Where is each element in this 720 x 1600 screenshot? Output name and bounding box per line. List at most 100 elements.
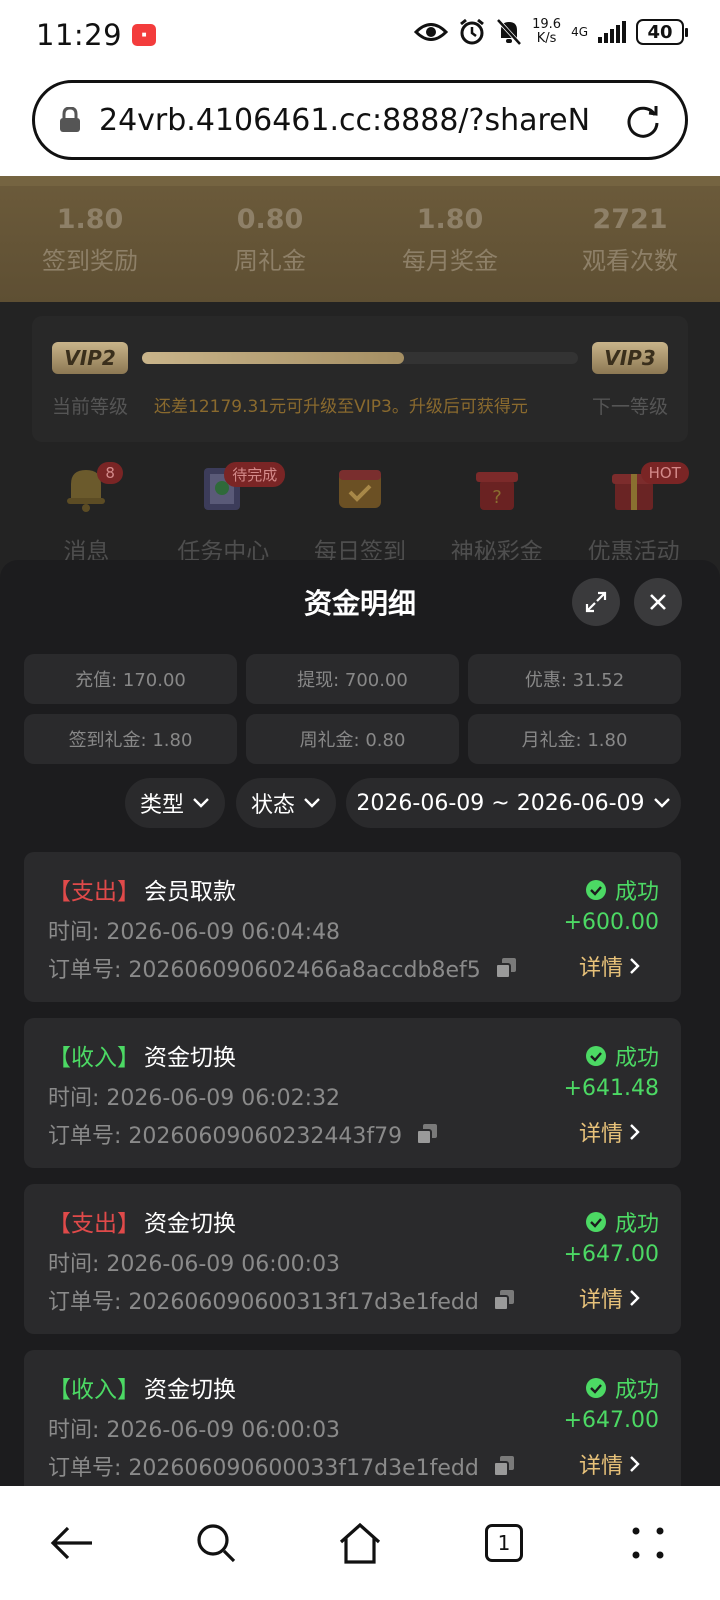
home-icon [339, 1522, 381, 1564]
summary-monthly-bonus: 月礼金: 1.80 [468, 714, 681, 764]
vip-current-badge: VIP2 [52, 342, 128, 374]
vip-progress-bar [142, 352, 578, 364]
transaction-status: 成功 [585, 1040, 659, 1072]
messages-badge: 8 [97, 462, 123, 484]
chevron-right-icon [630, 1456, 640, 1472]
transaction-order: 订单号: 202606090602466a8accdb8ef5 [48, 952, 517, 984]
stat-weekly-bonus: 0.80 周礼金 [234, 204, 306, 275]
transaction-row: 【收入】 资金切换 时间: 2026-06-09 06:02:32 订单号: 2… [24, 1018, 681, 1168]
chevron-down-icon [653, 798, 670, 808]
quick-task-center[interactable]: 待完成 任务中心 [155, 454, 292, 574]
summary-signin-bonus: 签到礼金: 1.80 [24, 714, 237, 764]
transaction-title: 资金切换 [144, 1377, 236, 1403]
reward-stats: 1.80 签到奖励 0.80 周礼金 1.80 每月奖金 2721 观看次数 [0, 176, 720, 302]
transaction-time: 时间: 2026-06-09 06:04:48 [48, 920, 341, 945]
close-button[interactable] [634, 578, 682, 626]
transaction-time: 时间: 2026-06-09 06:00:03 [48, 1252, 341, 1277]
alarm-icon [460, 18, 485, 45]
task-center-badge: 待完成 [224, 462, 286, 487]
chevron-right-icon [630, 958, 640, 974]
transaction-amount: +647.00 [563, 1408, 659, 1433]
quick-actions: 8 消息 待完成 任务中心 每日签到 ? 神秘彩金 HOT 优惠活动 [18, 454, 702, 574]
quick-mystery-bonus[interactable]: ? 神秘彩金 [428, 454, 565, 574]
battery-icon: 40 [636, 19, 688, 45]
copy-icon[interactable] [416, 1123, 438, 1145]
check-circle-icon [585, 1378, 606, 1398]
transaction-time: 时间: 2026-06-09 06:02:32 [48, 1086, 341, 1111]
transaction-row: 【收入】 资金切换 时间: 2026-06-09 06:00:03 订单号: 2… [24, 1350, 681, 1486]
summary-discount: 优惠: 31.52 [468, 654, 681, 704]
detail-link[interactable]: 详情 [579, 1448, 641, 1480]
status-bar: 11:29 ■ 19.6 K/s 4G 40 [0, 0, 720, 70]
search-icon [197, 1524, 236, 1563]
browser-bottom-nav: 1 [0, 1486, 720, 1600]
date-range-filter[interactable]: 2026-06-09 ~ 2026-06-09 [346, 778, 681, 828]
copy-icon[interactable] [492, 1455, 515, 1477]
url-text: 24vrb.4106461.cc:8888/?shareNar [99, 102, 589, 138]
detail-link[interactable]: 详情 [579, 950, 641, 982]
type-filter[interactable]: 类型 [125, 778, 225, 828]
home-button[interactable] [288, 1486, 432, 1600]
network-type: 4G [571, 25, 588, 39]
stat-monthly-bonus: 1.80 每月奖金 [402, 204, 498, 275]
transaction-status: 成功 [585, 874, 659, 906]
transaction-amount: +641.48 [563, 1076, 659, 1101]
transaction-order: 订单号: 202606090600313f17d3e1fedd [48, 1284, 515, 1316]
mute-bell-icon [496, 18, 522, 46]
status-filter[interactable]: 状态 [236, 778, 336, 828]
transaction-row: 【支出】 会员取款 时间: 2026-06-09 06:04:48 订单号: 2… [24, 852, 681, 1002]
transaction-time: 时间: 2026-06-09 06:00:03 [48, 1418, 341, 1443]
signal-icon [598, 21, 626, 43]
detail-link[interactable]: 详情 [579, 1116, 641, 1148]
expand-icon [585, 591, 607, 613]
vip-progress-fill [142, 352, 404, 364]
menu-button[interactable] [576, 1486, 720, 1600]
shopping-app-icon: ■ [132, 24, 157, 46]
transaction-amount: +647.00 [563, 1242, 659, 1267]
summary-grid: 充值: 170.00 提现: 700.00 优惠: 31.52 签到礼金: 1.… [24, 654, 681, 764]
transaction-type: 【支出】 [48, 1211, 140, 1237]
search-button[interactable] [144, 1486, 288, 1600]
net-speed: 19.6 K/s [532, 17, 562, 46]
tabs-button[interactable]: 1 [432, 1486, 576, 1600]
close-icon [650, 594, 666, 610]
filter-row: 类型 状态 2026-06-09 ~ 2026-06-09 [0, 778, 720, 828]
svg-text:?: ? [492, 487, 502, 508]
back-button[interactable] [0, 1486, 144, 1600]
transaction-order: 订单号: 20260609060232443f79 [48, 1118, 438, 1150]
reload-icon[interactable] [623, 101, 663, 141]
url-bar[interactable]: 24vrb.4106461.cc:8888/?shareNar [32, 80, 688, 160]
back-arrow-icon [50, 1526, 92, 1560]
mystery-box-icon: ? [475, 472, 518, 510]
transaction-row: 【支出】 资金切换 时间: 2026-06-09 06:00:03 订单号: 2… [24, 1184, 681, 1334]
transaction-status: 成功 [585, 1372, 659, 1404]
vip-current-label: 当前等级 [52, 396, 129, 418]
check-circle-icon [585, 1212, 606, 1232]
summary-deposit: 充值: 170.00 [24, 654, 237, 704]
quick-daily-signin[interactable]: 每日签到 [292, 454, 429, 574]
transaction-type: 【收入】 [48, 1045, 140, 1071]
quick-messages[interactable]: 8 消息 [18, 454, 155, 574]
status-icons: 19.6 K/s 4G 40 [414, 17, 688, 46]
transaction-amount: +600.00 [563, 910, 659, 935]
tab-count: 1 [485, 1524, 523, 1562]
transaction-title: 会员取款 [144, 879, 236, 905]
transaction-order: 订单号: 202606090600033f17d3e1fedd [48, 1450, 515, 1482]
check-circle-icon [585, 1046, 606, 1066]
transaction-status: 成功 [585, 1206, 659, 1238]
vip-next-badge: VIP3 [592, 342, 668, 374]
summary-withdraw: 提现: 700.00 [246, 654, 459, 704]
status-time: 11:29 [36, 18, 123, 52]
chevron-right-icon [630, 1124, 640, 1140]
check-circle-icon [585, 880, 606, 900]
transaction-type: 【支出】 [48, 879, 140, 905]
copy-icon[interactable] [494, 957, 517, 979]
stat-view-count: 2721 观看次数 [582, 204, 678, 275]
detail-link[interactable]: 详情 [579, 1282, 641, 1314]
stat-signin-reward: 1.80 签到奖励 [42, 204, 138, 275]
expand-button[interactable] [572, 578, 620, 626]
lock-icon [60, 107, 80, 132]
quick-promotions[interactable]: HOT 优惠活动 [565, 454, 702, 574]
menu-dots-icon [632, 1527, 664, 1559]
copy-icon[interactable] [492, 1289, 515, 1311]
